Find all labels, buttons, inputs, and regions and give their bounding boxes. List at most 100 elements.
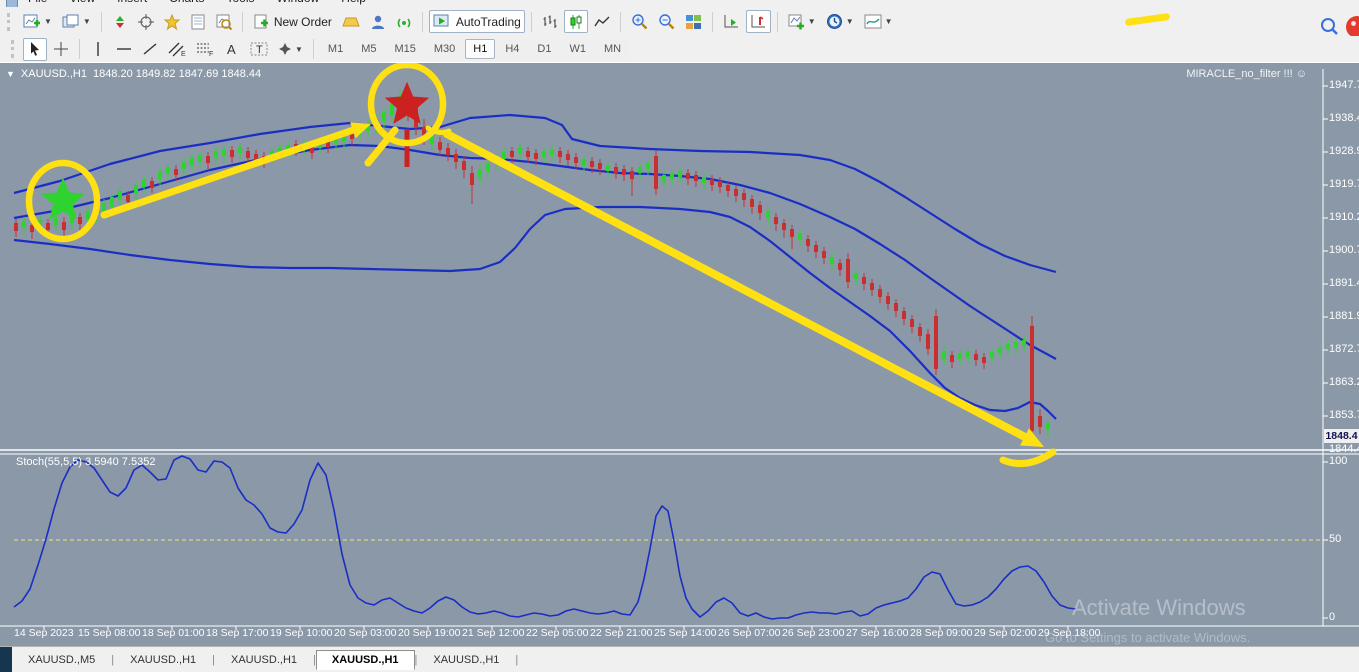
chart-tab-0[interactable]: XAUUSD.,M5 [12,650,111,670]
candle-body [966,351,970,357]
vertical-line-icon [97,42,99,56]
new-order-button[interactable]: New Order [249,10,336,33]
auto-scroll-button[interactable] [719,10,744,33]
candle-body [446,148,450,155]
profiles-button[interactable]: ▼ [58,10,95,33]
timeframe-button-d1[interactable]: D1 [529,39,560,59]
data-window-button[interactable] [134,10,158,33]
candle-body [894,303,898,311]
indicator-name-label: MIRACLE_no_filter !!! ☺ [1186,68,1307,80]
chart-collapse-icon[interactable]: ▼ [6,69,15,79]
time-axis-label: 26 Sep 23:00 [782,627,845,639]
candlestick-chart-type-button[interactable] [563,10,588,33]
zoom-in-button[interactable] [627,10,652,33]
signals-button[interactable] [392,10,416,33]
timeframe-button-w1[interactable]: W1 [561,39,594,59]
templates-icon [864,14,882,29]
candle-body [150,181,154,188]
timeframe-button-m5[interactable]: M5 [353,39,385,59]
chart-tab-4[interactable]: XAUUSD.,H1 [417,650,515,670]
market-watch-button[interactable] [108,10,132,33]
indicators-button[interactable]: ▼ [784,10,820,33]
candle-body [822,251,826,258]
vertical-line-tool-button[interactable] [86,38,110,61]
candle-body [734,189,738,196]
metaeditor-button[interactable] [338,10,364,33]
candle-body [742,193,746,200]
chart-tab-2[interactable]: XAUUSD.,H1 [215,650,313,670]
candle-body [726,185,730,191]
templates-button[interactable]: ▼ [860,10,897,33]
chart-tab-1[interactable]: XAUUSD.,H1 [114,650,212,670]
text-label-tool-button[interactable]: T [246,38,272,61]
menu-item-tools[interactable]: Tools [227,0,255,5]
chart-tab-3[interactable]: XAUUSD.,H1 [315,650,415,670]
candle-body [382,112,386,121]
candle-body [454,154,458,162]
chart-window[interactable]: ▼ XAUUSD.,H1 1848.20 1849.82 1847.69 184… [0,62,1359,647]
menu-item-insert[interactable]: Insert [117,0,147,5]
fibonacci-tool-button[interactable]: F [192,38,218,61]
candle-body [990,352,994,358]
navigator-button[interactable] [160,10,184,33]
zoom-out-button[interactable] [654,10,679,33]
candle-body [598,163,602,169]
tester-magnifier-icon [216,14,232,30]
arrows-shapes-button[interactable]: ▼ [274,38,307,61]
chart-canvas[interactable] [0,63,1359,647]
autotrading-label: AutoTrading [455,14,521,29]
timeframe-button-m1[interactable]: M1 [319,39,352,59]
candle-body [878,289,882,297]
candle-body [710,179,714,185]
equidistant-channel-tool-button[interactable]: E [164,38,190,61]
community-button[interactable] [366,10,390,33]
time-axis-label: 19 Sep 10:00 [270,627,333,639]
trendline-tool-button[interactable] [138,38,162,61]
candle-body [158,171,162,179]
menu-item-file[interactable]: File [28,0,47,5]
strategy-tester-button[interactable] [212,10,236,33]
timeframe-button-m30[interactable]: M30 [425,39,464,59]
new-chart-button[interactable]: ▼ [19,10,56,33]
chart-shift-button[interactable] [745,10,771,33]
tile-windows-button[interactable] [681,10,706,33]
menu-item-help[interactable]: Help [341,0,366,5]
time-axis-label: 25 Sep 14:00 [654,627,717,639]
line-chart-type-button[interactable] [590,10,614,33]
candle-body [502,152,506,159]
candle-body [718,181,722,187]
timeframe-button-h4[interactable]: H4 [497,39,528,59]
channel-icon: E [168,42,186,57]
menu-item-view[interactable]: View [69,0,95,5]
candle-body [1046,423,1050,429]
cursor-tool-button[interactable] [23,37,47,61]
menu-item-charts[interactable]: Charts [169,0,204,5]
price-axis-label: 1872.7 [1329,343,1359,355]
timeframe-button-m15[interactable]: M15 [386,39,424,59]
candle-body [646,163,650,169]
price-axis-label: 1881.9 [1329,310,1359,322]
candle-body [814,245,818,252]
candle-body [558,151,562,157]
terminal-button[interactable] [186,10,210,33]
toolbar-grip[interactable] [7,12,15,31]
time-axis-label: 27 Sep 16:00 [846,627,909,639]
time-axis-label: 28 Sep 09:00 [910,627,973,639]
menu-item-window[interactable]: Window [277,0,320,5]
text-tool-button[interactable]: A [220,38,244,61]
autotrading-button[interactable]: AutoTrading [428,10,525,33]
timeframe-button-h1[interactable]: H1 [465,39,496,59]
timeframe-button-mn[interactable]: MN [595,39,630,59]
candle-body [782,223,786,230]
candle-body [1006,344,1010,350]
candle-body [462,161,466,170]
crosshair-tool-button[interactable] [49,38,73,61]
candle-body [182,162,186,169]
horizontal-line-tool-button[interactable] [112,38,136,61]
bar-chart-type-button[interactable] [538,10,562,33]
candle-body [238,147,242,153]
price-axis-label: 1900.7 [1329,244,1359,256]
favorites-star-icon [163,13,180,30]
periods-button[interactable]: ▼ [822,10,858,33]
toolbar-grip[interactable] [11,40,19,58]
